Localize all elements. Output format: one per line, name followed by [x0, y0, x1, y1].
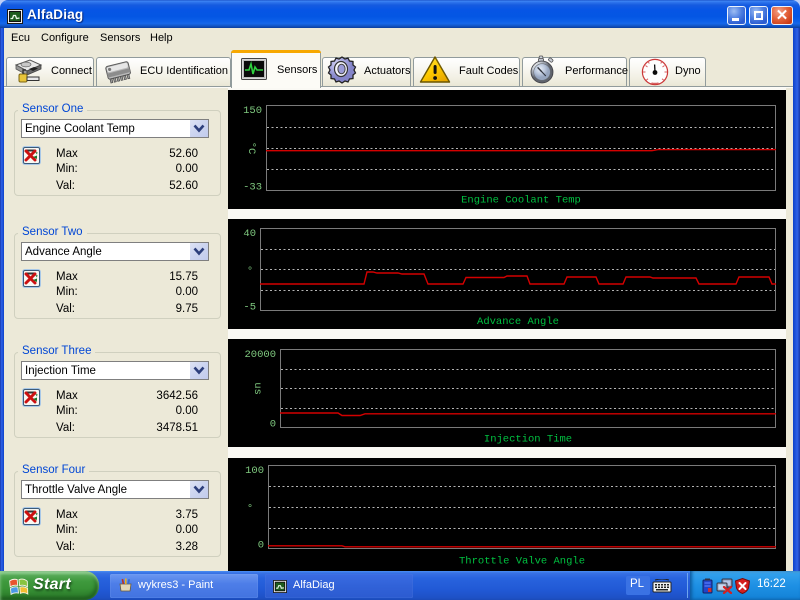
svg-text:°: ° [247, 503, 253, 515]
svg-text:°: ° [247, 266, 253, 278]
svg-text:100: 100 [245, 465, 264, 477]
svg-text:-5: -5 [243, 302, 256, 314]
svg-text:us: us [251, 382, 263, 395]
svg-text:Injection Time: Injection Time [484, 434, 572, 446]
svg-text:-33: -33 [243, 182, 262, 194]
svg-text:40: 40 [243, 228, 256, 240]
svg-text:20000: 20000 [244, 349, 276, 361]
svg-text:0: 0 [258, 540, 264, 552]
svg-text:Advance Angle: Advance Angle [477, 316, 559, 328]
svg-text:Engine Coolant Temp: Engine Coolant Temp [461, 195, 581, 207]
svg-text:Throttle Valve Angle: Throttle Valve Angle [459, 556, 585, 568]
svg-text:150: 150 [243, 105, 262, 117]
svg-text:°C: °C [245, 142, 257, 155]
svg-text:0: 0 [270, 419, 276, 431]
